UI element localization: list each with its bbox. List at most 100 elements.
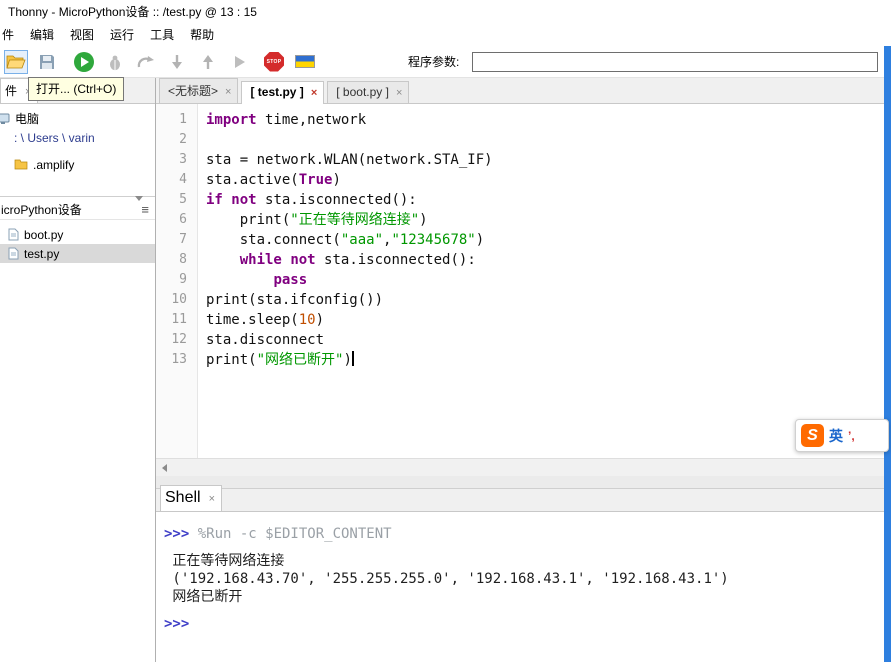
tab-label: <无标题>: [168, 82, 218, 99]
save-button[interactable]: [35, 50, 59, 74]
menu-help[interactable]: 帮助: [190, 26, 214, 43]
line-number: 13: [156, 350, 187, 370]
stop-icon: STOP: [264, 52, 284, 72]
code-line[interactable]: sta.connect("aaa","12345678"): [206, 230, 884, 250]
tab-untitled[interactable]: <无标题>: [159, 78, 238, 103]
program-args-label: 程序参数:: [408, 53, 459, 70]
chevron-down-icon[interactable]: [135, 196, 143, 201]
shell-prompt: >>>: [164, 526, 198, 542]
shell-line: [164, 543, 884, 552]
stop-button[interactable]: STOP: [262, 50, 286, 74]
menu-edit[interactable]: 编辑: [30, 26, 54, 43]
interpreter-flag-button[interactable]: [293, 50, 317, 74]
ime-widget[interactable]: S 英 ’,: [795, 419, 889, 452]
ime-punctuation-icon[interactable]: ’,: [848, 429, 855, 443]
code-line[interactable]: time.sleep(10): [206, 310, 884, 330]
string-token: "12345678": [391, 232, 475, 248]
string-token: "网络已断开": [257, 352, 344, 368]
run-button[interactable]: [72, 50, 96, 74]
tree-item-folder[interactable]: .amplify: [0, 155, 155, 174]
close-icon[interactable]: [225, 84, 231, 98]
code-line[interactable]: sta.active(True): [206, 170, 884, 190]
scroll-left-icon: [162, 464, 167, 472]
shell-line: ('192.168.43.70', '255.255.255.0', '192.…: [164, 570, 884, 588]
shell-tab[interactable]: Shell: [160, 485, 222, 511]
code-line[interactable]: sta = network.WLAN(network.STA_IF): [206, 150, 884, 170]
line-number: 1: [156, 110, 187, 130]
code-token: time,network: [257, 112, 367, 128]
code-line[interactable]: sta.disconnect: [206, 330, 884, 350]
tree-item-path[interactable]: : \ Users \ varin: [0, 128, 155, 147]
horizontal-scrollbar[interactable]: [156, 458, 884, 476]
shell-text: 网络已断开: [164, 589, 242, 605]
shell-prompt: >>>: [164, 616, 189, 632]
resume-button[interactable]: [227, 50, 251, 74]
menu-run[interactable]: 运行: [110, 26, 134, 43]
step-into-button[interactable]: [165, 50, 189, 74]
device-header: icroPython设备: [0, 200, 155, 220]
keyword-token: not: [290, 252, 315, 268]
path-label: : \ Users \ varin: [14, 131, 95, 145]
code-line[interactable]: pass: [206, 270, 884, 290]
shell-line: >>> %Run -c $EDITOR_CONTENT: [164, 525, 884, 543]
run-icon: [74, 52, 94, 72]
main-area: <无标题> [ test.py ] [ boot.py ] 1234567891…: [156, 78, 884, 662]
debug-button[interactable]: [103, 50, 127, 74]
keyword-token: not: [231, 192, 256, 208]
panel-splitter[interactable]: [156, 476, 884, 488]
step-out-button[interactable]: [196, 50, 220, 74]
step-over-icon: [137, 55, 155, 69]
scroll-left-button[interactable]: [156, 459, 173, 476]
tab-boot-py[interactable]: [ boot.py ]: [327, 81, 409, 103]
hamburger-menu-icon[interactable]: [141, 202, 149, 217]
menu-view[interactable]: 视图: [70, 26, 94, 43]
tab-test-py[interactable]: [ test.py ]: [241, 81, 324, 104]
code-line[interactable]: print("网络已断开"): [206, 350, 884, 370]
code-token: ): [332, 172, 340, 188]
line-number: 10: [156, 290, 187, 310]
code-token: sta.isconnected():: [316, 252, 476, 268]
ime-logo-icon[interactable]: S: [801, 424, 824, 447]
program-args-input[interactable]: [472, 52, 878, 72]
code-line[interactable]: print("正在等待网络连接"): [206, 210, 884, 230]
code-editor[interactable]: 12345678910111213 import time,networksta…: [156, 104, 884, 458]
close-icon[interactable]: [396, 85, 402, 99]
shell-output[interactable]: >>> %Run -c $EDITOR_CONTENT 正在等待网络连接 ('1…: [156, 512, 884, 662]
number-token: 10: [299, 312, 316, 328]
shell-line: >>>: [164, 615, 884, 633]
code-line[interactable]: [206, 130, 884, 150]
shell-line: 正在等待网络连接: [164, 552, 884, 570]
line-number: 9: [156, 270, 187, 290]
device-file-boot[interactable]: boot.py: [0, 225, 155, 244]
code-token: print(: [206, 352, 257, 368]
menu-tools[interactable]: 工具: [150, 26, 174, 43]
tree-item-label: .amplify: [33, 158, 74, 172]
code-token: print(: [206, 212, 290, 228]
tree-item-this-pc[interactable]: 电脑: [0, 109, 155, 128]
open-folder-icon: [6, 54, 26, 70]
computer-icon: [0, 113, 10, 125]
code-token: sta = network.WLAN(network.STA_IF): [206, 152, 493, 168]
open-file-button[interactable]: [4, 50, 28, 74]
keyword-token: True: [299, 172, 333, 188]
step-over-button[interactable]: [134, 50, 158, 74]
desktop-edge: [884, 46, 891, 662]
code-line[interactable]: while not sta.isconnected():: [206, 250, 884, 270]
device-section: icroPython设备 boot.py test.py: [0, 196, 155, 263]
code-line[interactable]: print(sta.ifconfig()): [206, 290, 884, 310]
close-icon[interactable]: [311, 85, 317, 99]
line-number: 7: [156, 230, 187, 250]
code-token: sta.active(: [206, 172, 299, 188]
code-token: sta.connect(: [206, 232, 341, 248]
menu-file[interactable]: 件: [2, 26, 14, 43]
ime-language-label[interactable]: 英: [829, 426, 843, 446]
code-line[interactable]: if not sta.isconnected():: [206, 190, 884, 210]
close-icon[interactable]: [209, 489, 215, 507]
code-token: sta.disconnect: [206, 332, 324, 348]
device-file-test[interactable]: test.py: [0, 244, 155, 263]
save-icon: [38, 53, 56, 71]
code-line[interactable]: import time,network: [206, 110, 884, 130]
folder-icon: [14, 159, 28, 170]
tab-label: [ boot.py ]: [336, 85, 389, 99]
editor-code[interactable]: import time,network sta = network.WLAN(ne…: [198, 104, 884, 458]
